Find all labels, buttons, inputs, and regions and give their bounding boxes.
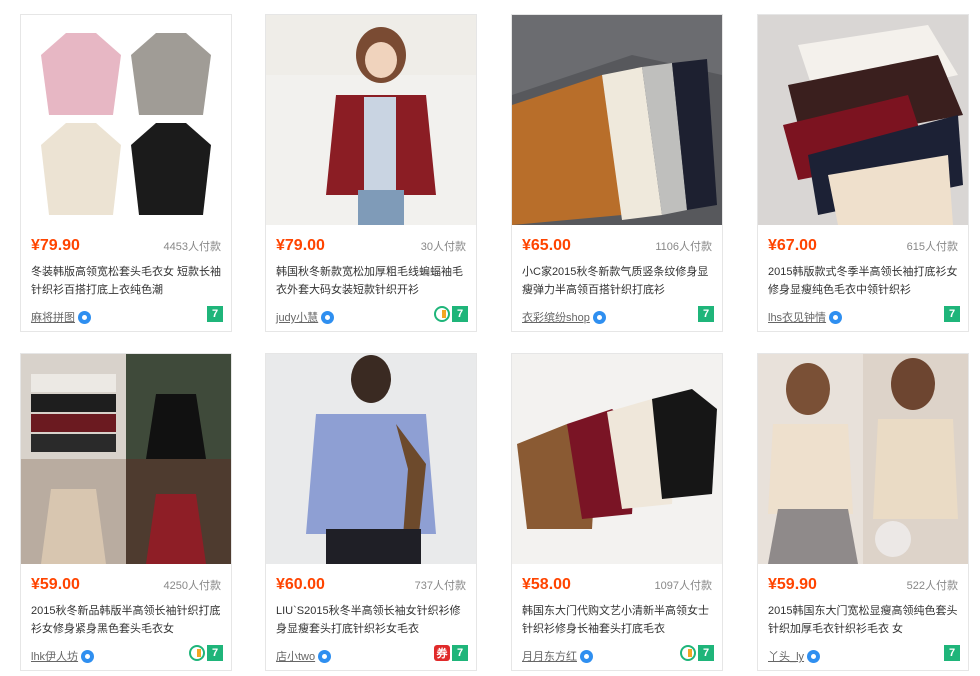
seven-day-return-icon: 7 <box>944 306 960 322</box>
shop-link[interactable]: 店小two <box>276 648 332 664</box>
shop-name[interactable]: judy小慧 <box>276 309 318 325</box>
product-image-graphic <box>758 354 968 564</box>
product-image[interactable] <box>21 15 231 225</box>
service-badges: 券 7 <box>434 645 468 661</box>
consumer-protection-icon <box>680 645 696 661</box>
wangwang-chat-icon[interactable] <box>321 310 335 324</box>
product-title[interactable]: 韩国秋冬新款宽松加厚粗毛线蝙蝠袖毛衣外套大码女装短款针织开衫 <box>276 263 470 299</box>
shop-link[interactable]: 丫头_ly <box>768 648 821 664</box>
product-card[interactable]: ¥79.00 30人付款 韩国秋冬新款宽松加厚粗毛线蝙蝠袖毛衣外套大码女装短款针… <box>265 14 477 332</box>
product-card[interactable]: ¥67.00 615人付款 2015韩版款式冬季半高领长袖打底衫女修身显瘦纯色毛… <box>757 14 969 332</box>
product-image-graphic <box>266 15 476 225</box>
product-card[interactable]: ¥59.90 522人付款 2015韩国东大门宽松显瘦高领纯色套头针织加厚毛衣针… <box>757 353 969 671</box>
seven-day-return-icon: 7 <box>452 306 468 322</box>
service-badges: 7 <box>680 645 714 661</box>
product-price[interactable]: ¥67.00 <box>768 237 817 255</box>
sales-count: 522人付款 <box>906 580 958 592</box>
product-price[interactable]: ¥79.00 <box>276 237 325 255</box>
product-image[interactable] <box>758 354 968 564</box>
product-card[interactable]: ¥60.00 737人付款 LIU`S2015秋冬半高领长袖女针织衫修身显瘦套头… <box>265 353 477 671</box>
product-image[interactable] <box>266 15 476 225</box>
shop-name[interactable]: lhs衣见钟情 <box>768 309 826 325</box>
product-image-graphic <box>266 354 476 564</box>
product-title[interactable]: 冬装韩版高领宽松套头毛衣女 短款长袖针织衫百搭打底上衣纯色潮 <box>31 263 225 299</box>
sales-count: 1097人付款 <box>654 580 712 592</box>
wangwang-chat-icon[interactable] <box>829 310 843 324</box>
shop-link[interactable]: 衣彩缤纷shop <box>522 309 606 325</box>
seven-day-return-icon: 7 <box>207 306 223 322</box>
shop-name[interactable]: 丫头_ly <box>768 648 804 664</box>
product-title[interactable]: 小C家2015秋冬新款气质竖条纹修身显瘦弹力半高领百搭针织打底衫 <box>522 263 716 299</box>
wangwang-chat-icon[interactable] <box>318 649 332 663</box>
product-price[interactable]: ¥59.00 <box>31 576 80 594</box>
seven-day-return-icon: 7 <box>698 306 714 322</box>
wangwang-chat-icon[interactable] <box>807 649 821 663</box>
product-title[interactable]: 韩国东大门代购文艺小清新半高领女士针织衫修身长袖套头打底毛衣 <box>522 602 716 638</box>
sales-count: 4250人付款 <box>163 580 221 592</box>
product-image[interactable] <box>758 15 968 225</box>
product-price[interactable]: ¥60.00 <box>276 576 325 594</box>
product-image[interactable] <box>266 354 476 564</box>
shop-name[interactable]: 麻将拼图 <box>31 309 75 325</box>
product-image-graphic <box>21 354 231 564</box>
product-image-graphic <box>21 15 231 225</box>
service-badges: 7 <box>698 306 714 322</box>
product-card[interactable]: ¥65.00 1106人付款 小C家2015秋冬新款气质竖条纹修身显瘦弹力半高领… <box>511 14 723 332</box>
product-card[interactable]: ¥79.90 4453人付款 冬装韩版高领宽松套头毛衣女 短款长袖针织衫百搭打底… <box>20 14 232 332</box>
product-title[interactable]: 2015韩版款式冬季半高领长袖打底衫女修身显瘦纯色毛衣中领针织衫 <box>768 263 962 299</box>
seven-day-return-icon: 7 <box>698 645 714 661</box>
shop-link[interactable]: lhs衣见钟情 <box>768 309 843 325</box>
product-image[interactable] <box>512 15 722 225</box>
seven-day-return-icon: 7 <box>207 645 223 661</box>
product-title[interactable]: 2015秋冬新品韩版半高领长袖针织打底衫女修身紧身黑色套头毛衣女 <box>31 602 225 638</box>
product-price[interactable]: ¥58.00 <box>522 576 571 594</box>
sales-count: 737人付款 <box>414 580 466 592</box>
product-price[interactable]: ¥59.90 <box>768 576 817 594</box>
service-badges: 7 <box>944 306 960 322</box>
sales-count: 1106人付款 <box>655 241 712 253</box>
consumer-protection-icon <box>434 306 450 322</box>
shop-name[interactable]: 店小two <box>276 648 315 664</box>
service-badges: 7 <box>189 645 223 661</box>
shop-link[interactable]: judy小慧 <box>276 309 335 325</box>
wangwang-chat-icon[interactable] <box>580 649 593 663</box>
product-title[interactable]: 2015韩国东大门宽松显瘦高领纯色套头针织加厚毛衣针织衫毛衣 女 <box>768 602 962 638</box>
product-image-graphic <box>512 354 722 564</box>
service-badges: 7 <box>944 645 960 661</box>
service-badges: 7 <box>434 306 468 322</box>
shop-link[interactable]: 月月东方红 <box>522 648 593 664</box>
product-image[interactable] <box>21 354 231 564</box>
wangwang-chat-icon[interactable] <box>78 310 91 324</box>
sales-count: 30人付款 <box>420 241 466 253</box>
product-image-graphic <box>758 15 968 225</box>
product-price[interactable]: ¥79.90 <box>31 237 80 255</box>
wangwang-chat-icon[interactable] <box>592 310 606 324</box>
product-card[interactable]: ¥59.00 4250人付款 2015秋冬新品韩版半高领长袖针织打底衫女修身紧身… <box>20 353 232 671</box>
consumer-protection-icon <box>189 645 205 661</box>
seven-day-return-icon: 7 <box>452 645 468 661</box>
service-badges: 7 <box>207 306 223 322</box>
shop-name[interactable]: 月月东方红 <box>522 648 577 664</box>
product-price[interactable]: ¥65.00 <box>522 237 571 255</box>
sales-count: 615人付款 <box>906 241 958 253</box>
product-image[interactable] <box>512 354 722 564</box>
coupon-icon: 券 <box>434 645 450 661</box>
shop-link[interactable]: lhk伊人坊 <box>31 648 95 664</box>
wangwang-chat-icon[interactable] <box>81 649 95 663</box>
sales-count: 4453人付款 <box>163 241 221 253</box>
product-card[interactable]: ¥58.00 1097人付款 韩国东大门代购文艺小清新半高领女士针织衫修身长袖套… <box>511 353 723 671</box>
seven-day-return-icon: 7 <box>944 645 960 661</box>
shop-name[interactable]: lhk伊人坊 <box>31 648 78 664</box>
product-image-graphic <box>512 15 722 225</box>
shop-name[interactable]: 衣彩缤纷shop <box>522 309 590 325</box>
product-title[interactable]: LIU`S2015秋冬半高领长袖女针织衫修身显瘦套头打底针织衫女毛衣 <box>276 602 470 638</box>
shop-link[interactable]: 麻将拼图 <box>31 309 91 325</box>
